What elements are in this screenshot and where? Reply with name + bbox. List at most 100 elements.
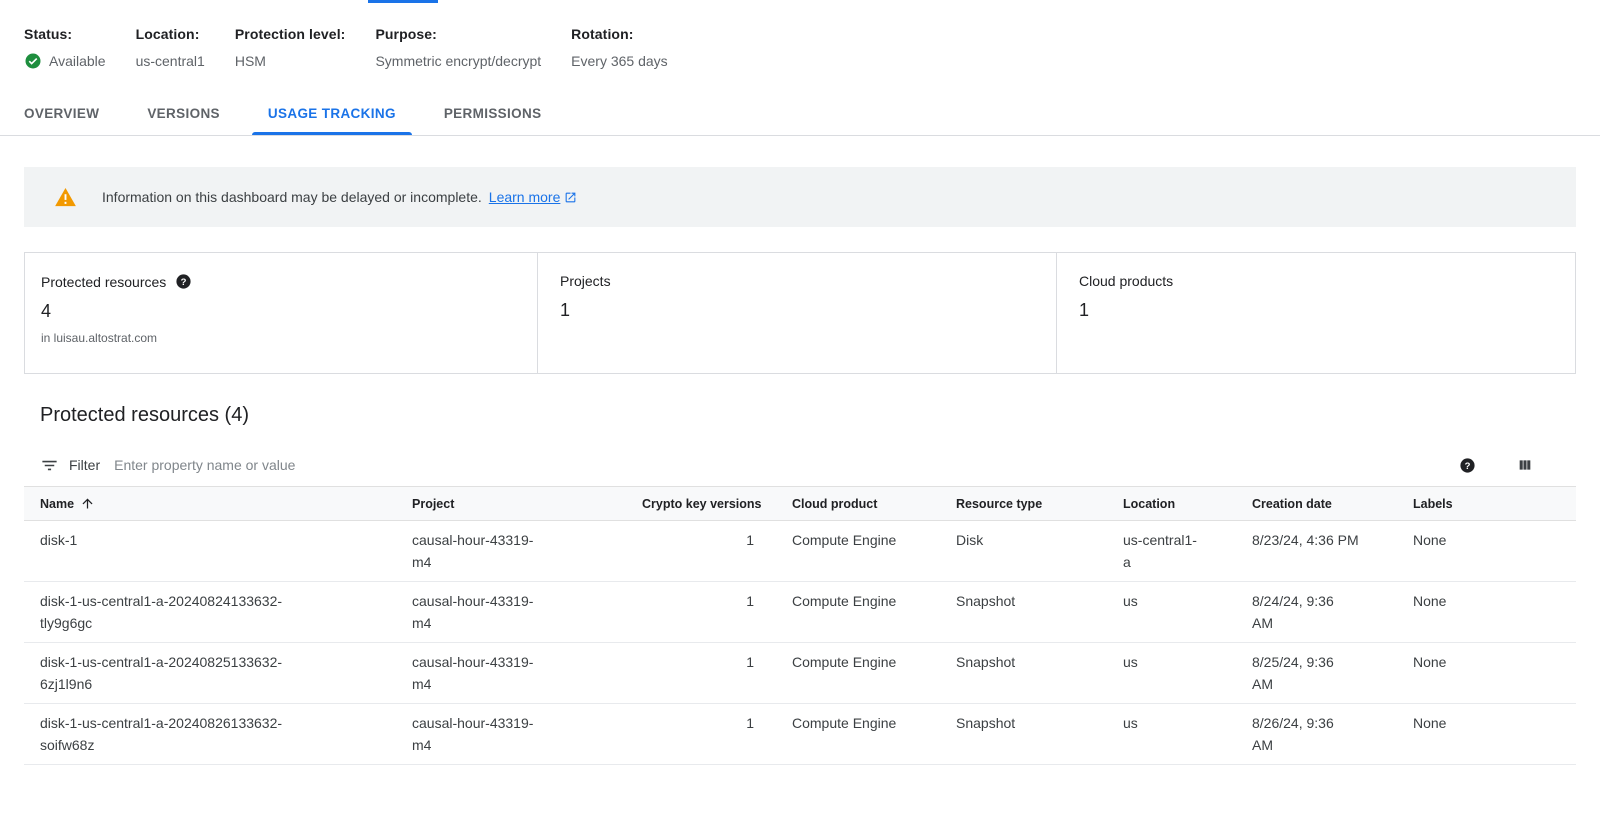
location-value: us	[1123, 590, 1138, 612]
table-row: disk-1-us-central1-a-20240825133632-6zj1…	[24, 643, 1576, 704]
column-header-project[interactable]: Project	[396, 487, 626, 521]
card-projects-title: Projects	[560, 273, 611, 289]
card-cloud-products: Cloud products 1	[1056, 253, 1575, 373]
protection-level-label: Protection level:	[235, 26, 346, 42]
open-in-new-icon	[564, 191, 577, 204]
cell-creation-date: 8/26/24, 9:36 AM	[1236, 704, 1397, 765]
card-protected-resources: Protected resources ? 4 in luisau.altost…	[25, 253, 537, 373]
project-id: causal-hour-43319-m4	[412, 651, 542, 695]
key-info-status: Status: Available	[24, 26, 106, 71]
cell-name: disk-1-us-central1-a-20240826133632-soif…	[24, 704, 396, 765]
filter-button[interactable]: Filter	[40, 456, 100, 475]
resource-name: disk-1	[40, 529, 77, 551]
cell-cloud-product: Compute Engine	[776, 704, 940, 765]
column-header-name[interactable]: Name	[24, 487, 396, 521]
card-protected-resources-subtitle: in luisau.altostrat.com	[41, 331, 521, 345]
cell-name: disk-1-us-central1-a-20240824133632-tly9…	[24, 582, 396, 643]
column-header-creation-date[interactable]: Creation date	[1236, 487, 1397, 521]
protected-resources-table: Name Project Crypto key versions Cloud p…	[24, 486, 1576, 765]
cell-crypto-key-versions: 1	[626, 704, 776, 765]
key-info-rotation: Rotation: Every 365 days	[571, 26, 668, 71]
cell-location: us	[1107, 643, 1236, 704]
summary-cards: Protected resources ? 4 in luisau.altost…	[24, 252, 1576, 374]
table-row: disk-1-us-central1-a-20240826133632-soif…	[24, 704, 1576, 765]
cell-project: causal-hour-43319-m4	[396, 582, 626, 643]
location-value: us-central1-a	[1123, 529, 1201, 573]
cell-crypto-key-versions: 1	[626, 643, 776, 704]
svg-text:?: ?	[181, 277, 187, 288]
column-display-icon[interactable]	[1516, 457, 1534, 473]
column-header-crypto-key-versions[interactable]: Crypto key versions	[626, 487, 776, 521]
column-header-resource-type[interactable]: Resource type	[940, 487, 1107, 521]
cell-location: us-central1-a	[1107, 521, 1236, 582]
cell-cloud-product: Compute Engine	[776, 521, 940, 582]
cell-labels: None	[1397, 521, 1576, 582]
cell-crypto-key-versions: 1	[626, 521, 776, 582]
cell-resource-type: Snapshot	[940, 704, 1107, 765]
card-cloud-products-title: Cloud products	[1079, 273, 1173, 289]
status-label: Status:	[24, 26, 106, 42]
cell-resource-type: Snapshot	[940, 643, 1107, 704]
rotation-value: Every 365 days	[571, 53, 668, 69]
table-header-row: Name Project Crypto key versions Cloud p…	[24, 487, 1576, 521]
card-protected-resources-value: 4	[41, 301, 521, 322]
resource-name: disk-1-us-central1-a-20240824133632-tly9…	[40, 590, 302, 634]
table-row: disk-1 causal-hour-43319-m4 1 Compute En…	[24, 521, 1576, 582]
tab-versions[interactable]: VERSIONS	[123, 91, 244, 135]
tab-permissions[interactable]: PERMISSIONS	[420, 91, 566, 135]
svg-text:?: ?	[1465, 461, 1471, 472]
top-tab-indicator	[368, 0, 438, 3]
project-id: causal-hour-43319-m4	[412, 590, 542, 634]
location-value: us-central1	[136, 53, 205, 69]
warning-icon	[55, 188, 76, 207]
tab-overview[interactable]: OVERVIEW	[0, 91, 123, 135]
cell-resource-type: Snapshot	[940, 582, 1107, 643]
cell-creation-date: 8/24/24, 9:36 AM	[1236, 582, 1397, 643]
card-cloud-products-value: 1	[1079, 300, 1559, 321]
cell-cloud-product: Compute Engine	[776, 582, 940, 643]
purpose-label: Purpose:	[375, 26, 541, 42]
filter-icon	[40, 456, 59, 475]
column-header-labels[interactable]: Labels	[1397, 487, 1576, 521]
table-help-icon[interactable]: ?	[1459, 457, 1476, 474]
cell-name: disk-1	[24, 521, 396, 582]
cell-labels: None	[1397, 704, 1576, 765]
cell-project: causal-hour-43319-m4	[396, 643, 626, 704]
protection-level-value: HSM	[235, 53, 266, 69]
project-id: causal-hour-43319-m4	[412, 529, 542, 573]
card-projects: Projects 1	[537, 253, 1056, 373]
location-value: us	[1123, 712, 1138, 734]
key-info-bar: Status: Available Location: us-central1 …	[0, 0, 1600, 71]
card-projects-value: 1	[560, 300, 1040, 321]
learn-more-label: Learn more	[489, 189, 561, 205]
cell-name: disk-1-us-central1-a-20240825133632-6zj1…	[24, 643, 396, 704]
cell-labels: None	[1397, 582, 1576, 643]
cell-location: us	[1107, 704, 1236, 765]
resource-name: disk-1-us-central1-a-20240825133632-6zj1…	[40, 651, 302, 695]
card-protected-resources-title: Protected resources	[41, 274, 166, 290]
filter-label: Filter	[69, 457, 100, 473]
cell-location: us	[1107, 582, 1236, 643]
cell-creation-date: 8/23/24, 4:36 PM	[1236, 521, 1397, 582]
cell-cloud-product: Compute Engine	[776, 643, 940, 704]
location-label: Location:	[136, 26, 205, 42]
project-id: causal-hour-43319-m4	[412, 712, 542, 756]
key-info-purpose: Purpose: Symmetric encrypt/decrypt	[375, 26, 541, 71]
filter-bar: Filter ?	[24, 444, 1576, 486]
column-header-cloud-product[interactable]: Cloud product	[776, 487, 940, 521]
key-info-protection-level: Protection level: HSM	[235, 26, 346, 71]
cell-crypto-key-versions: 1	[626, 582, 776, 643]
rotation-label: Rotation:	[571, 26, 668, 42]
sort-ascending-icon	[80, 496, 95, 511]
table-row: disk-1-us-central1-a-20240824133632-tly9…	[24, 582, 1576, 643]
banner-text: Information on this dashboard may be del…	[102, 189, 482, 205]
help-icon[interactable]: ?	[175, 273, 192, 290]
protected-resources-heading: Protected resources (4)	[24, 404, 1576, 427]
filter-input[interactable]	[114, 457, 1439, 473]
cell-labels: None	[1397, 643, 1576, 704]
column-header-location[interactable]: Location	[1107, 487, 1236, 521]
tab-usage-tracking[interactable]: USAGE TRACKING	[244, 91, 420, 135]
purpose-value: Symmetric encrypt/decrypt	[375, 53, 541, 69]
warning-banner: Information on this dashboard may be del…	[24, 167, 1576, 227]
learn-more-link[interactable]: Learn more	[489, 189, 578, 205]
